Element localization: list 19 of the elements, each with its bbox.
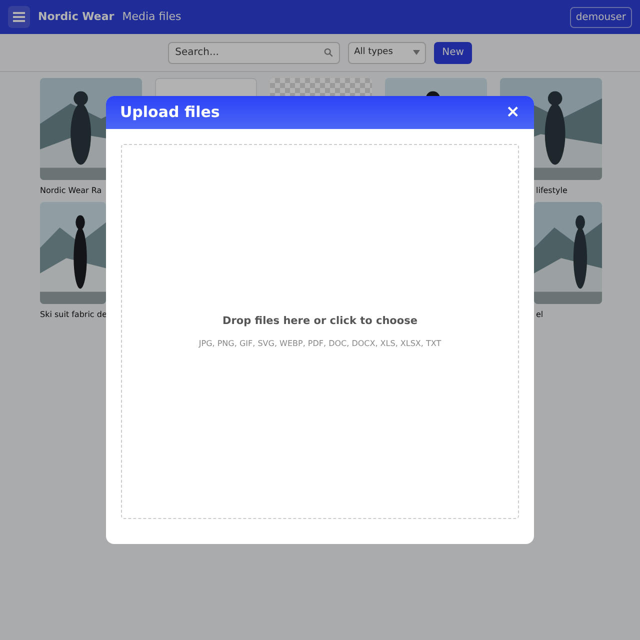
search-icon: [324, 48, 334, 57]
search-field[interactable]: Search...: [168, 42, 340, 64]
file-name: Ski suit fabric de: [40, 309, 108, 321]
brand-name[interactable]: Nordic Wear: [38, 8, 114, 26]
file-name: lifestyle: [535, 185, 568, 197]
menu-icon: [13, 12, 25, 22]
type-select[interactable]: All types: [348, 42, 426, 64]
file-name: el: [535, 309, 544, 321]
user-menu[interactable]: demouser: [570, 6, 632, 28]
page-title: Media files: [122, 8, 182, 25]
drop-zone[interactable]: Drop files here or click to choose JPG, PNG, GIF, SVG, WEBP, PDF, DOC, DOCX, XLS, XLSX, TXT: [121, 144, 519, 519]
modal-title: Upload files: [120, 102, 220, 124]
file-name: Nordic Wear Ra: [40, 185, 103, 197]
drop-instructions: Drop files here or click to choose: [222, 314, 418, 330]
allowed-formats: JPG, PNG, GIF, SVG, WEBP, PDF, DOC, DOCX, XLS, XLSX, TXT: [198, 338, 442, 350]
close-button[interactable]: ×: [506, 104, 520, 121]
search-input[interactable]: Search...: [175, 45, 324, 60]
caret-icon: [413, 50, 420, 55]
new-button[interactable]: New: [434, 42, 472, 64]
